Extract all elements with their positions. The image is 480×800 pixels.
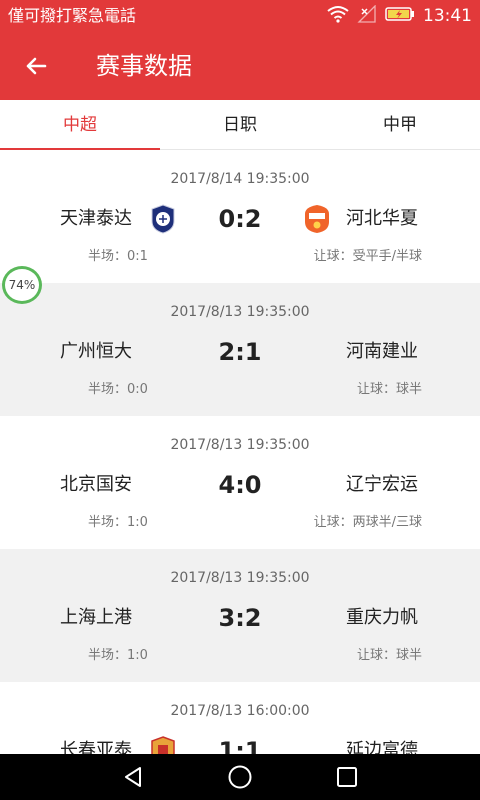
score: 1:1: [218, 737, 262, 754]
tab-china-league-one[interactable]: 中甲: [320, 100, 480, 149]
away-team: 重庆力帆: [346, 607, 418, 628]
clock: 13:41: [423, 6, 472, 26]
home-team-crest-icon: [150, 736, 176, 754]
home-team: 上海上港: [60, 607, 132, 628]
half-time-score: 半场：0:0: [88, 382, 148, 397]
away-team-crest-icon: [304, 204, 330, 234]
floating-speed-badge[interactable]: 74%: [2, 266, 42, 304]
match-row[interactable]: 2017/8/14 19:35:00 天津泰达 0:2 河北华夏 半场：0:1 …: [0, 150, 480, 283]
match-row[interactable]: 2017/8/13 16:00:00 长春亚泰 1:1 延边富德: [0, 682, 480, 754]
match-time: 2017/8/13 19:35:00: [170, 304, 310, 320]
nav-recents-button[interactable]: [332, 762, 362, 792]
home-team: 天津泰达: [60, 208, 132, 229]
match-row[interactable]: 2017/8/13 19:35:00 上海上港 3:2 重庆力帆 半场：1:0 …: [0, 549, 480, 682]
match-list[interactable]: 2017/8/14 19:35:00 天津泰达 0:2 河北华夏 半场：0:1 …: [0, 150, 480, 754]
half-time-score: 半场：1:0: [88, 648, 148, 663]
handicap: 让球：球半: [356, 382, 422, 397]
handicap: 让球：两球半/三球: [313, 515, 422, 530]
half-time-score: 半场：0:1: [88, 249, 148, 264]
away-team: 辽宁宏运: [346, 474, 418, 495]
nav-home-button[interactable]: [225, 762, 255, 792]
match-time: 2017/8/13 16:00:00: [170, 703, 310, 719]
nav-back-button[interactable]: [118, 762, 148, 792]
match-time: 2017/8/13 19:35:00: [170, 437, 310, 453]
tab-csl[interactable]: 中超: [0, 100, 160, 150]
league-tabs: 中超 日职 中甲: [0, 100, 480, 150]
tab-jleague[interactable]: 日职: [160, 100, 320, 149]
score: 0:2: [218, 205, 262, 233]
home-team: 北京国安: [60, 474, 132, 495]
carrier-text: 僅可撥打緊急電話: [8, 6, 137, 25]
score: 4:0: [218, 471, 262, 499]
app-bar: 赛事数据: [0, 32, 480, 100]
status-icons: 13:41: [327, 4, 472, 27]
wifi-icon: [327, 5, 349, 27]
score: 2:1: [218, 338, 262, 366]
status-bar: 僅可撥打緊急電話 13:41: [0, 0, 480, 32]
signal-icon: [357, 4, 377, 27]
battery-icon: [385, 6, 415, 26]
page-title: 赛事数据: [96, 52, 192, 80]
score: 3:2: [218, 604, 262, 632]
home-team: 广州恒大: [60, 341, 132, 362]
home-team: 长春亚泰: [60, 740, 132, 754]
back-button[interactable]: [16, 46, 56, 86]
system-nav-bar: [0, 754, 480, 800]
triangle-back-icon: [125, 767, 141, 787]
match-row[interactable]: 2017/8/13 19:35:00 北京国安 4:0 辽宁宏运 半场：1:0 …: [0, 416, 480, 549]
handicap: 让球：球半: [356, 648, 422, 663]
away-team: 河北华夏: [346, 208, 418, 229]
away-team: 河南建业: [346, 341, 418, 362]
match-row[interactable]: 2017/8/13 19:35:00 广州恒大 2:1 河南建业 半场：0:0 …: [0, 283, 480, 416]
match-time: 2017/8/13 19:35:00: [170, 570, 310, 586]
away-team: 延边富德: [346, 740, 418, 754]
half-time-score: 半场：1:0: [88, 515, 148, 530]
circle-home-icon: [228, 765, 252, 789]
home-team-crest-icon: [150, 204, 176, 234]
match-time: 2017/8/14 19:35:00: [170, 171, 310, 187]
square-recents-icon: [337, 767, 357, 787]
handicap: 让球：受平手/半球: [313, 249, 422, 264]
arrow-left-icon: [26, 57, 47, 75]
